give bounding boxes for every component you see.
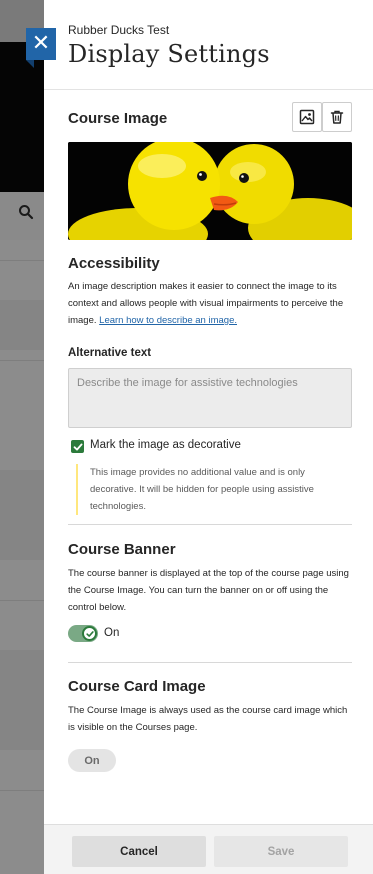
- course-card-state-badge: On: [68, 749, 116, 772]
- trash-icon: [330, 110, 344, 124]
- panel-footer: Cancel Save: [44, 824, 373, 874]
- decorative-checkbox[interactable]: [71, 440, 84, 453]
- replace-image-button[interactable]: [292, 102, 322, 132]
- course-card-description: The Course Image is always used as the c…: [68, 705, 348, 733]
- section-divider: [68, 662, 352, 663]
- delete-image-button[interactable]: [322, 102, 352, 132]
- page-title: Display Settings: [68, 40, 270, 68]
- background-divider: [0, 790, 44, 791]
- alt-text-placeholder: Describe the image for assistive technol…: [77, 377, 298, 389]
- course-image-heading: Course Image: [68, 110, 168, 127]
- section-divider: [68, 524, 352, 525]
- breadcrumb: Rubber Ducks Test: [68, 23, 170, 37]
- background-divider: [0, 360, 44, 361]
- background-divider: [0, 260, 44, 261]
- rubber-duck-image: [68, 142, 352, 240]
- accessibility-description: An image description makes it easier to …: [68, 278, 354, 329]
- course-banner-heading: Course Banner: [68, 541, 176, 558]
- background-page: [0, 0, 44, 874]
- display-settings-panel: Rubber Ducks Test Display Settings Cours…: [44, 0, 373, 874]
- background-row: [0, 300, 44, 350]
- course-banner-description: The course banner is displayed at the to…: [68, 568, 349, 613]
- checkmark-icon: [85, 630, 94, 637]
- image-icon: [299, 109, 315, 125]
- course-card-heading: Course Card Image: [68, 678, 206, 695]
- toggle-knob: [82, 626, 97, 641]
- background-banner: [0, 42, 44, 192]
- close-panel-button[interactable]: ✕: [26, 28, 56, 68]
- save-button[interactable]: Save: [214, 836, 348, 867]
- accessibility-heading: Accessibility: [68, 255, 160, 272]
- decorative-note: This image provides no additional value …: [76, 464, 354, 515]
- decorative-checkbox-label[interactable]: Mark the image as decorative: [90, 439, 241, 451]
- alt-text-label: Alternative text: [68, 347, 152, 359]
- close-icon: ✕: [31, 31, 51, 56]
- course-banner-toggle-label: On: [104, 627, 120, 639]
- course-image-preview: [68, 142, 352, 240]
- checkmark-icon: [73, 443, 82, 450]
- cancel-button[interactable]: Cancel: [72, 836, 206, 867]
- search-icon: [19, 205, 34, 220]
- course-banner-toggle[interactable]: [68, 625, 98, 642]
- alt-text-input[interactable]: Describe the image for assistive technol…: [68, 368, 352, 428]
- background-divider: [0, 600, 44, 601]
- panel-header: Rubber Ducks Test Display Settings: [44, 0, 373, 90]
- describe-image-link[interactable]: Learn how to describe an image.: [99, 315, 237, 326]
- background-row: [0, 650, 44, 750]
- background-row: [0, 470, 44, 560]
